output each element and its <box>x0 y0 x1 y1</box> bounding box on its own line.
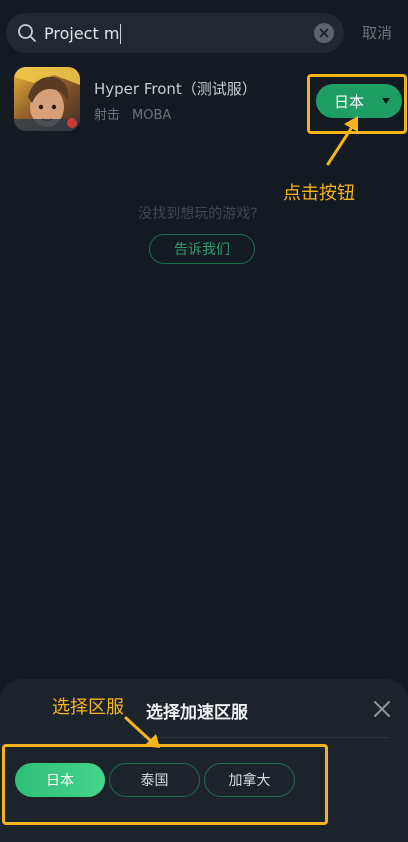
tell-us-button[interactable]: 告诉我们 <box>149 234 255 264</box>
search-input[interactable]: Project m <box>44 13 310 53</box>
cancel-button[interactable]: 取消 <box>362 22 392 43</box>
search-query: Project m <box>44 23 120 43</box>
game-tags: 射击 MOBA <box>94 104 183 123</box>
close-icon[interactable] <box>371 698 393 720</box>
game-tag: MOBA <box>132 108 172 123</box>
clear-button[interactable] <box>314 23 334 43</box>
sheet-divider <box>140 737 389 738</box>
search-icon <box>18 24 36 42</box>
text-caret <box>120 23 122 44</box>
region-chip-thailand[interactable]: 泰国 <box>109 763 200 797</box>
caret-down-icon <box>382 98 390 104</box>
screen: Project m 取消 Hyper Front（测试服） 射击 MOBA 日本… <box>0 0 408 842</box>
arrow-icon <box>326 116 358 166</box>
game-title: Hyper Front（测试服） <box>94 80 257 98</box>
empty-state-message: 没找到想玩的游戏? <box>138 206 258 222</box>
annotation-select-region: 选择区服 <box>52 697 124 718</box>
game-tag: 射击 <box>94 108 121 123</box>
game-artwork <box>14 67 80 131</box>
region-select-label: 日本 <box>334 92 365 111</box>
clear-icon <box>319 28 329 38</box>
game-icon[interactable] <box>14 67 80 131</box>
region-chip-japan[interactable]: 日本 <box>15 763 105 797</box>
search-bar[interactable]: Project m <box>6 13 344 53</box>
annotation-click-button: 点击按钮 <box>283 183 355 204</box>
region-chip-canada[interactable]: 加拿大 <box>204 763 295 797</box>
